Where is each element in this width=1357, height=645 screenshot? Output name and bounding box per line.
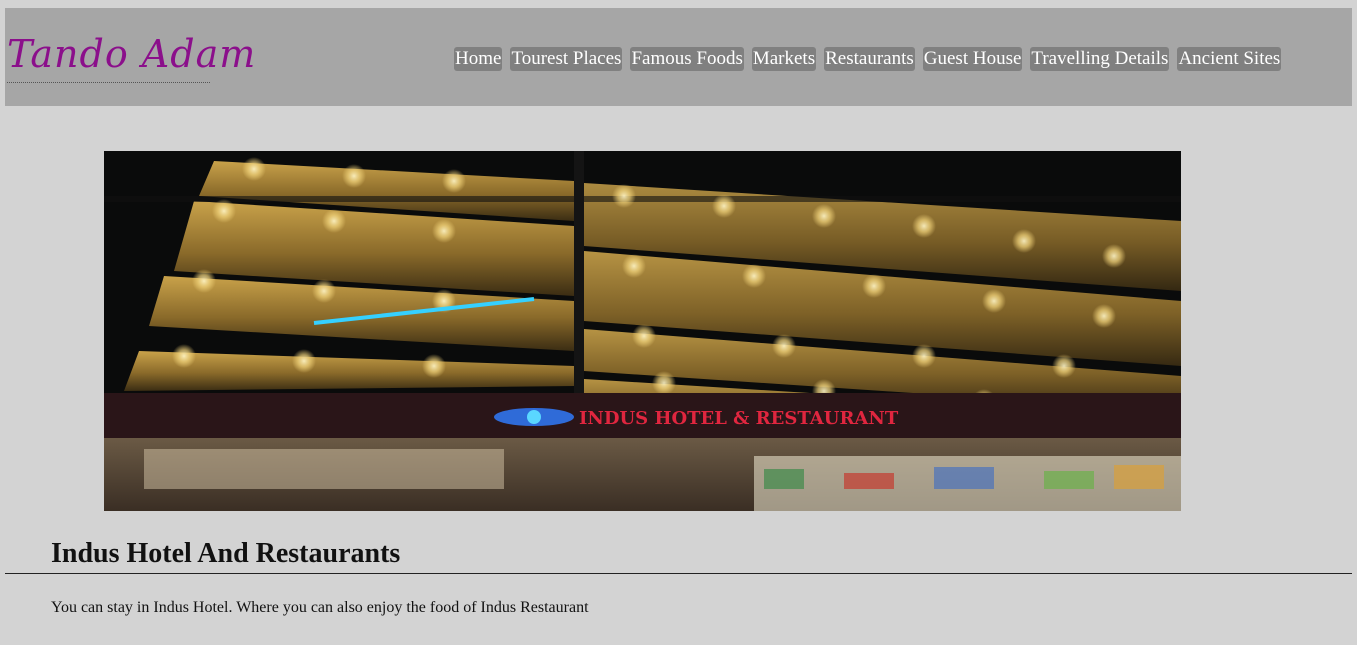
nav-ancient-sites[interactable]: Ancient Sites xyxy=(1177,47,1282,71)
site-logo[interactable]: Tando Adam xyxy=(7,32,255,83)
main-navigation: Home Tourest Places Famous Foods Markets… xyxy=(454,47,1282,71)
nav-restaurants[interactable]: Restaurants xyxy=(824,47,915,71)
page-paragraph: You can stay in Indus Hotel. Where you c… xyxy=(51,599,589,616)
nav-markets[interactable]: Markets xyxy=(751,47,817,71)
nav-guest-house[interactable]: Guest House xyxy=(922,47,1023,71)
page-headline: Indus Hotel And Restaurants xyxy=(51,538,401,569)
site-header: Tando Adam Home Tourest Places Famous Fo… xyxy=(5,8,1352,106)
nav-home[interactable]: Home xyxy=(454,47,503,71)
nav-famous-foods[interactable]: Famous Foods xyxy=(630,47,744,71)
nav-travelling-details[interactable]: Travelling Details xyxy=(1030,47,1170,71)
hotel-photo: INDUS HOTEL & RESTAURANT xyxy=(104,151,1181,511)
hotel-building-illustration: INDUS HOTEL & RESTAURANT xyxy=(104,151,1181,511)
headline-divider xyxy=(5,573,1352,574)
nav-tourest-places[interactable]: Tourest Places xyxy=(510,47,623,71)
hotel-sign-text: INDUS HOTEL & RESTAURANT xyxy=(579,408,899,429)
page: Tando Adam Home Tourest Places Famous Fo… xyxy=(0,0,1357,645)
